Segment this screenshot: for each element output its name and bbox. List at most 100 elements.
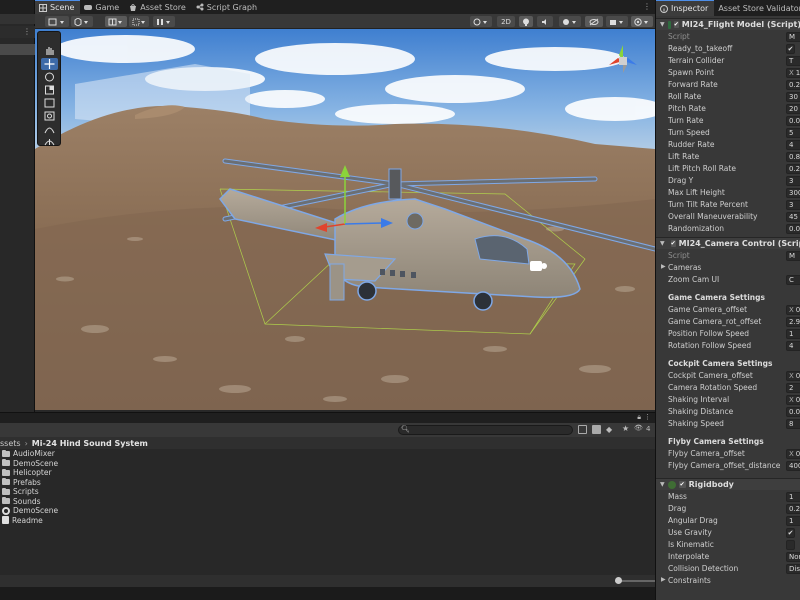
- property-vector-field[interactable]: X0: [786, 305, 800, 315]
- property-field[interactable]: 1: [786, 492, 800, 502]
- foldout-arrow-icon[interactable]: ▼: [660, 240, 665, 247]
- tag-icon[interactable]: ◆: [606, 425, 612, 434]
- component-header-camera-control[interactable]: ▼ ✔ MI24_Camera Control (Script): [656, 237, 800, 249]
- property-field[interactable]: 1: [786, 329, 800, 339]
- property-field[interactable]: 400: [786, 461, 800, 471]
- tab-asset-store[interactable]: Asset Store: [125, 0, 192, 14]
- property-field[interactable]: 3: [786, 200, 800, 210]
- list-item[interactable]: Helicopter: [0, 468, 655, 478]
- property-vector-field[interactable]: X0: [786, 395, 800, 405]
- component-header-rigidbody[interactable]: ▼ ✔ Rigidbody: [656, 478, 800, 490]
- property-field[interactable]: 0.0: [786, 224, 800, 234]
- breadcrumb-assets[interactable]: ssets: [0, 439, 21, 448]
- rotate-tool-icon[interactable]: [41, 71, 58, 83]
- property-field[interactable]: 45: [786, 212, 800, 222]
- property-field[interactable]: 2.9: [786, 317, 800, 327]
- camera-orbit-dropdown[interactable]: [470, 16, 492, 27]
- component-header-flight-model[interactable]: ▼ ✔ MI24_Flight Model (Script): [656, 18, 800, 30]
- breadcrumb-current[interactable]: Mi-24 Hind Sound System: [32, 439, 148, 448]
- property-vector-field[interactable]: X0: [786, 371, 800, 381]
- property-field[interactable]: 0.8: [786, 152, 800, 162]
- property-field[interactable]: C: [786, 275, 800, 285]
- more-options-icon[interactable]: ⋮: [23, 27, 31, 36]
- property-checkbox[interactable]: [786, 540, 795, 550]
- tab-scene[interactable]: Scene: [35, 0, 81, 14]
- more-options-icon[interactable]: ⋮: [643, 2, 651, 11]
- more-options-icon[interactable]: ⋮: [644, 413, 651, 421]
- tab-asset-store-validator[interactable]: Asset Store Validator: [714, 0, 800, 16]
- property-field[interactable]: M: [786, 251, 800, 261]
- rect-tool-icon[interactable]: [41, 97, 58, 109]
- list-item[interactable]: Readme: [0, 516, 655, 526]
- scale-tool-icon[interactable]: [41, 84, 58, 96]
- property-field[interactable]: 0.2: [786, 164, 800, 174]
- list-item[interactable]: AudioMixer: [0, 449, 655, 459]
- custom-tool-2-icon[interactable]: [41, 135, 58, 147]
- component-enabled-checkbox[interactable]: ✔: [678, 481, 686, 488]
- scene-viewport[interactable]: [35, 29, 655, 410]
- property-field[interactable]: 300: [786, 188, 800, 198]
- foldout-arrow-icon[interactable]: ▼: [660, 481, 665, 488]
- property-field[interactable]: 0.2: [786, 80, 800, 90]
- component-enabled-checkbox[interactable]: ✔: [670, 240, 676, 247]
- grid-snap-button[interactable]: [105, 16, 127, 27]
- property-field[interactable]: 1: [786, 516, 800, 526]
- property-checkbox[interactable]: ✔: [786, 44, 795, 54]
- search-by-label-icon[interactable]: [592, 425, 601, 434]
- property-field[interactable]: Dis: [786, 564, 800, 574]
- property-field[interactable]: 5: [786, 128, 800, 138]
- camera-dropdown[interactable]: [606, 16, 628, 27]
- tab-game[interactable]: Game: [80, 0, 125, 14]
- palette-grip[interactable]: [41, 36, 58, 44]
- align-dropdown[interactable]: [153, 16, 175, 27]
- property-field[interactable]: 4: [786, 341, 800, 351]
- list-item[interactable]: Prefabs: [0, 478, 655, 488]
- property-field[interactable]: T: [786, 56, 800, 66]
- property-field[interactable]: 8: [786, 419, 800, 429]
- property-vector-field[interactable]: X0: [786, 449, 800, 459]
- move-tool-icon[interactable]: [41, 58, 58, 70]
- component-enabled-checkbox[interactable]: ✔: [673, 21, 679, 28]
- search-by-type-icon[interactable]: [578, 425, 587, 434]
- effects-dropdown[interactable]: [559, 16, 581, 27]
- draw-mode-dropdown[interactable]: [71, 16, 93, 27]
- hidden-objects-icon[interactable]: [585, 16, 603, 27]
- lighting-toggle-icon[interactable]: [519, 16, 533, 27]
- list-item[interactable]: Scripts: [0, 487, 655, 497]
- lock-icon[interactable]: 🔒︎: [637, 413, 641, 422]
- foldout-arrow-icon[interactable]: ▼: [660, 21, 665, 28]
- project-search-input[interactable]: 🔍︎: [398, 425, 573, 435]
- property-field[interactable]: 2: [786, 383, 800, 393]
- property-field[interactable]: 30: [786, 92, 800, 102]
- foldout-arrow-icon[interactable]: ▶: [661, 576, 666, 583]
- property-field[interactable]: 3: [786, 176, 800, 186]
- list-item[interactable]: Sounds: [0, 497, 655, 507]
- 2d-toggle[interactable]: 2D: [497, 16, 515, 27]
- audio-toggle-icon[interactable]: [537, 16, 553, 27]
- transform-tool-icon[interactable]: [41, 110, 58, 122]
- tab-script-graph[interactable]: Script Graph: [192, 0, 263, 14]
- property-field[interactable]: Nor: [786, 552, 800, 562]
- icon-size-slider[interactable]: [615, 577, 655, 584]
- list-item[interactable]: DemoScene: [0, 459, 655, 469]
- tab-inspector[interactable]: Inspector: [656, 0, 715, 16]
- favorite-star-icon[interactable]: ★: [622, 424, 629, 433]
- property-field[interactable]: 0.2: [786, 504, 800, 514]
- gizmos-dropdown[interactable]: [631, 16, 653, 27]
- slider-knob[interactable]: [615, 577, 622, 584]
- list-item[interactable]: DemoScene: [0, 506, 655, 516]
- increment-snap-button[interactable]: [129, 16, 149, 27]
- property-field[interactable]: M: [786, 32, 800, 42]
- shading-dropdown[interactable]: [45, 16, 69, 27]
- property-field[interactable]: 0.0: [786, 116, 800, 126]
- property-checkbox[interactable]: ✔: [786, 528, 795, 538]
- property-field[interactable]: 20: [786, 104, 800, 114]
- property-vector-field[interactable]: X1: [786, 68, 800, 78]
- property-field[interactable]: 0.0: [786, 407, 800, 417]
- property-field[interactable]: 4: [786, 140, 800, 150]
- hand-tool-icon[interactable]: [41, 45, 58, 57]
- foldout-arrow-icon[interactable]: ▶: [661, 263, 666, 270]
- custom-tool-icon[interactable]: [41, 123, 58, 135]
- hierarchy-row-selected[interactable]: [0, 44, 35, 55]
- hidden-packages-icon[interactable]: 👁︎: [634, 424, 643, 432]
